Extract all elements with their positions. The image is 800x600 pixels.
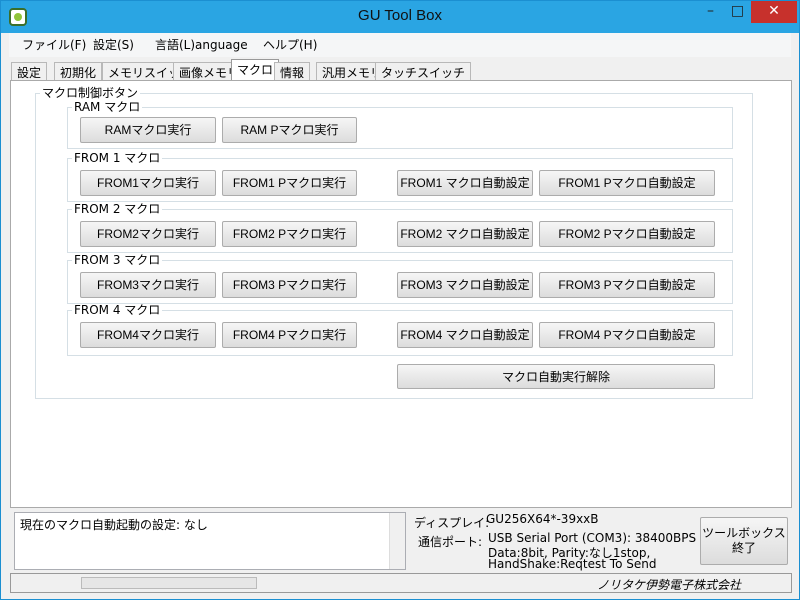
exit-toolbox-button[interactable]: ツールボックス 終了 [700, 517, 788, 565]
status-textbox[interactable]: 現在のマクロ自動起動の設定: なし [14, 512, 406, 570]
minimize-button[interactable]: – [697, 1, 724, 23]
from4-p-macro-run-button[interactable]: FROM4 Pマクロ実行 [222, 322, 357, 348]
bottom-panel: 現在のマクロ自動起動の設定: なし ディスプレイ: GU256X64*-39xx… [10, 509, 792, 571]
macro-tab-page: マクロ制御ボタン RAM マクロ RAMマクロ実行 RAM Pマクロ実行 FRO… [10, 80, 792, 508]
menu-help[interactable]: ヘルプ(H) [263, 36, 317, 53]
cancel-auto-run-button[interactable]: マクロ自動実行解除 [397, 364, 715, 389]
comm-handshake: HandShake:Reqtest To Send [488, 557, 657, 571]
status-text: 現在のマクロ自動起動の設定: なし [20, 518, 208, 532]
from3-macro-title: FROM 3 マクロ [74, 253, 161, 267]
company-name: ノリタケ伊勢電子株式会社 [597, 578, 742, 592]
tab-initialize[interactable]: 初期化 [54, 62, 103, 81]
menu-bar: ファイル(F) 設定(S) 言語(L)anguage ヘルプ(H) [9, 33, 791, 57]
window-title: GU Tool Box [358, 7, 442, 24]
display-label: ディスプレイ: [414, 516, 490, 530]
from4-macro-title: FROM 4 マクロ [74, 303, 161, 317]
from1-macro-auto-set-button[interactable]: FROM1 マクロ自動設定 [397, 170, 533, 196]
status-scrollbar[interactable] [389, 513, 405, 569]
from1-p-macro-auto-set-button[interactable]: FROM1 Pマクロ自動設定 [539, 170, 715, 196]
tab-info[interactable]: 情報 [274, 62, 311, 81]
progress-bar [81, 577, 257, 589]
comm-port-label: 通信ポート: [418, 535, 483, 549]
ram-macro-run-button[interactable]: RAMマクロ実行 [80, 117, 216, 143]
from3-p-macro-run-button[interactable]: FROM3 Pマクロ実行 [222, 272, 357, 298]
exit-button-line2: 終了 [731, 541, 756, 555]
ram-macro-title: RAM マクロ [74, 100, 141, 114]
main-window: GU Tool Box – □ ✕ ファイル(F) 設定(S) 言語(L)ang… [0, 0, 800, 600]
from2-macro-auto-set-button[interactable]: FROM2 マクロ自動設定 [397, 221, 533, 247]
close-button[interactable]: ✕ [751, 1, 797, 23]
comm-port-value: USB Serial Port (COM3): 38400BPS [488, 531, 697, 545]
from4-macro-run-button[interactable]: FROM4マクロ実行 [80, 322, 216, 348]
from4-macro-auto-set-button[interactable]: FROM4 マクロ自動設定 [397, 322, 533, 348]
from4-p-macro-auto-set-button[interactable]: FROM4 Pマクロ自動設定 [539, 322, 715, 348]
from3-p-macro-auto-set-button[interactable]: FROM3 Pマクロ自動設定 [539, 272, 715, 298]
menu-settings[interactable]: 設定(S) [93, 36, 134, 53]
ram-p-macro-run-button[interactable]: RAM Pマクロ実行 [222, 117, 357, 143]
macro-control-group-title: マクロ制御ボタン [42, 86, 139, 100]
from2-p-macro-auto-set-button[interactable]: FROM2 Pマクロ自動設定 [539, 221, 715, 247]
from3-macro-auto-set-button[interactable]: FROM3 マクロ自動設定 [397, 272, 533, 298]
exit-button-line1: ツールボックス [702, 526, 786, 540]
from1-macro-title: FROM 1 マクロ [74, 151, 161, 165]
menu-file[interactable]: ファイル(F) [22, 36, 86, 53]
tab-touch-switch[interactable]: タッチスイッチ [375, 62, 472, 81]
tab-strip: 設定 初期化 メモリスイッチ 画像メモリ マクロ 情報 汎用メモリ タッチスイッ… [9, 59, 793, 81]
menu-language[interactable]: 言語(L)anguage [155, 36, 248, 53]
tab-settings[interactable]: 設定 [11, 62, 48, 81]
from1-macro-run-button[interactable]: FROM1マクロ実行 [80, 170, 216, 196]
display-value: GU256X64*-39xxB [486, 512, 599, 526]
from2-p-macro-run-button[interactable]: FROM2 Pマクロ実行 [222, 221, 357, 247]
title-bar[interactable]: GU Tool Box – □ ✕ [1, 1, 799, 33]
status-bar: ノリタケ伊勢電子株式会社 [10, 573, 792, 593]
from2-macro-title: FROM 2 マクロ [74, 202, 161, 216]
from3-macro-run-button[interactable]: FROM3マクロ実行 [80, 272, 216, 298]
maximize-button[interactable]: □ [724, 1, 751, 23]
from2-macro-run-button[interactable]: FROM2マクロ実行 [80, 221, 216, 247]
from1-p-macro-run-button[interactable]: FROM1 Pマクロ実行 [222, 170, 357, 196]
tab-macro[interactable]: マクロ [231, 59, 280, 81]
